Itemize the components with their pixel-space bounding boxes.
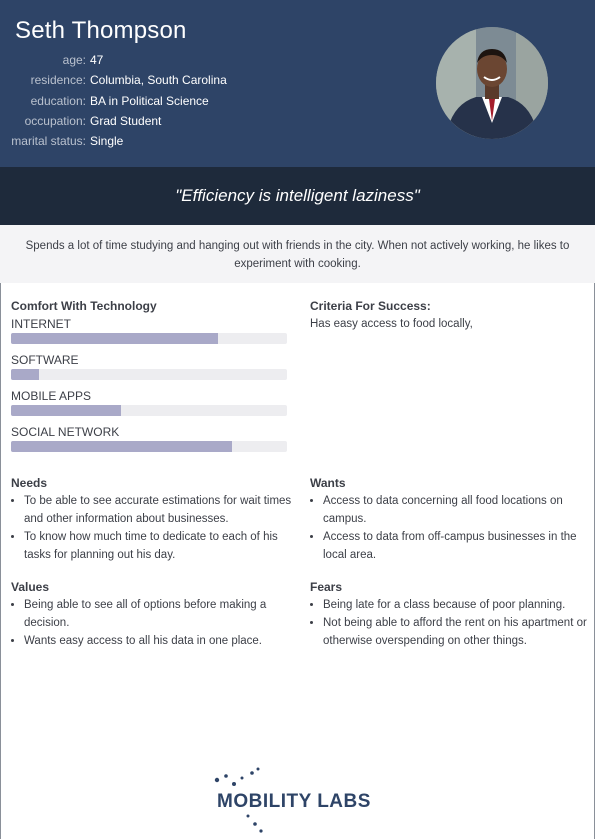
needs-title: Needs — [11, 476, 48, 490]
fears-title: Fears — [310, 580, 343, 594]
tech-label-social-network: SOCIAL NETWORK — [11, 425, 120, 439]
logo-text: MOBILITY LABS — [217, 791, 371, 812]
list-item: Not being able to afford the rent on his… — [323, 614, 595, 650]
persona-bio: Spends a lot of time studying and hangin… — [25, 240, 570, 270]
tech-bar-internet — [11, 333, 287, 344]
fact-value: BA in Political Science — [90, 94, 209, 108]
tech-label-mobile-apps: MOBILE APPS — [11, 389, 92, 403]
values-list: Being able to see all of options before … — [11, 596, 296, 650]
list-item: Access to data from off-campus businesse… — [323, 528, 595, 564]
person-portrait-icon — [436, 27, 548, 139]
fact-value: 47 — [90, 53, 104, 67]
criteria-title: Criteria For Success: — [310, 299, 431, 313]
comfort-title: Comfort With Technology — [11, 299, 157, 313]
list-item: Being able to see all of options before … — [24, 596, 296, 632]
tech-bar-software — [11, 369, 287, 380]
persona-photo — [436, 27, 548, 139]
list-item: Access to data concerning all food locat… — [323, 492, 595, 528]
fact-label: residence: — [30, 73, 86, 87]
tech-bar-mobile-apps — [11, 405, 287, 416]
tech-bar-social-network — [11, 441, 287, 452]
wants-title: Wants — [310, 476, 346, 490]
fears-list: Being late for a class because of poor p… — [310, 596, 595, 650]
mobility-labs-logo: MOBILITY LABS — [212, 764, 392, 836]
fact-label: education: — [30, 94, 86, 108]
values-title: Values — [11, 580, 50, 594]
fact-label: age: — [62, 53, 86, 67]
wants-list: Access to data concerning all food locat… — [310, 492, 595, 564]
bio-section: Spends a lot of time studying and hangin… — [0, 225, 595, 283]
list-item: To be able to see accurate estimations f… — [24, 492, 296, 528]
criteria-text: Has easy access to food locally, — [310, 318, 473, 330]
needs-list: To be able to see accurate estimations f… — [11, 492, 296, 564]
persona-name: Seth Thompson — [15, 17, 187, 44]
list-item: Wants easy access to all his data in one… — [24, 632, 296, 650]
quote-bar: "Efficiency is intelligent laziness" — [0, 167, 595, 225]
persona-header: Seth Thompson age: 47 residence: Columbi… — [0, 0, 595, 167]
fact-label: marital status: — [11, 134, 86, 148]
tech-bar-fill — [11, 441, 232, 452]
tech-label-internet: INTERNET — [11, 317, 71, 331]
list-item: Being late for a class because of poor p… — [323, 596, 595, 614]
tech-bar-fill — [11, 405, 122, 416]
tech-bar-fill — [11, 369, 39, 380]
tech-bar-fill — [11, 333, 218, 344]
fact-value: Single — [90, 134, 124, 148]
fact-value: Grad Student — [90, 114, 162, 128]
tech-label-software: SOFTWARE — [11, 353, 79, 367]
fact-label: occupation: — [24, 114, 86, 128]
fact-value: Columbia, South Carolina — [90, 73, 227, 87]
persona-quote: "Efficiency is intelligent laziness" — [175, 186, 420, 205]
list-item: To know how much time to dedicate to eac… — [24, 528, 296, 564]
